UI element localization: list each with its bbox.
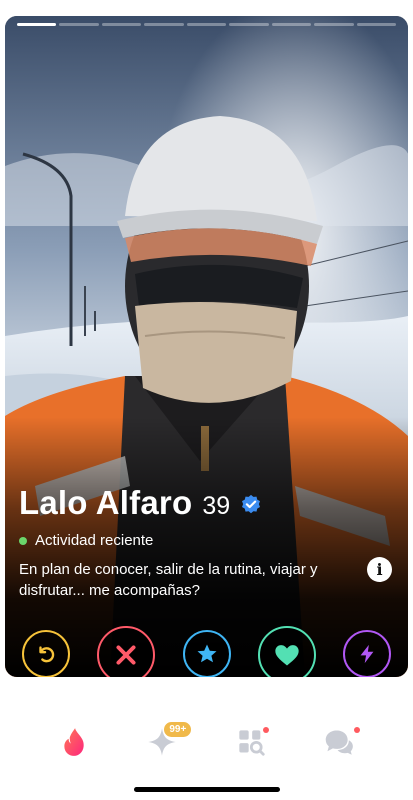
photo-progress-segment[interactable] — [144, 23, 184, 26]
verified-badge-icon — [242, 494, 261, 514]
explore-notification-dot — [262, 727, 269, 733]
like-button[interactable] — [257, 626, 316, 677]
nope-button[interactable] — [97, 626, 156, 677]
nav-discover[interactable] — [50, 718, 98, 766]
profile-bio: En plan de conocer, salir de la rutina, … — [19, 561, 318, 599]
photo-progress-segment[interactable] — [229, 23, 269, 26]
photo-progress-bar — [17, 23, 396, 27]
profile-name: Lalo Alfaro — [19, 484, 193, 521]
bottom-nav: 99+ — [0, 707, 413, 777]
profile-info[interactable]: Lalo Alfaro 39 Actividad reciente En pla… — [19, 484, 394, 601]
rewind-icon — [39, 646, 55, 663]
activity-label: Actividad reciente — [35, 532, 154, 549]
lightning-icon — [360, 644, 374, 664]
photo-progress-segment[interactable] — [101, 23, 142, 26]
activity-status: Actividad reciente — [19, 532, 394, 549]
flame-icon — [64, 728, 84, 756]
likes-badge: 99+ — [164, 722, 192, 737]
heart-icon — [275, 645, 299, 666]
online-dot — [19, 536, 27, 545]
boost-button[interactable] — [343, 630, 391, 677]
photo-progress-segment[interactable] — [356, 23, 396, 26]
photo-progress-segment[interactable] — [271, 23, 312, 26]
star-icon — [197, 644, 216, 663]
nav-explore[interactable] — [227, 718, 275, 766]
photo-progress-segment[interactable] — [314, 23, 354, 26]
nav-messages[interactable] — [315, 718, 363, 766]
photo-progress-segment[interactable] — [59, 23, 99, 26]
chat-bubble-icon — [325, 730, 353, 755]
nav-likes[interactable]: 99+ — [138, 718, 192, 766]
explore-grid-icon — [238, 730, 265, 756]
photo-progress-segment[interactable] — [17, 23, 57, 26]
super-like-button[interactable] — [182, 630, 231, 677]
action-bar — [5, 626, 408, 677]
close-icon — [116, 645, 136, 665]
messages-notification-dot — [353, 727, 360, 733]
profile-age: 39 — [202, 492, 231, 520]
info-icon[interactable]: i — [367, 557, 392, 582]
home-indicator — [134, 787, 280, 792]
photo-progress-segment[interactable] — [186, 23, 227, 26]
rewind-button[interactable] — [22, 630, 70, 677]
profile-card[interactable]: Lalo Alfaro 39 Actividad reciente En pla… — [5, 16, 408, 677]
